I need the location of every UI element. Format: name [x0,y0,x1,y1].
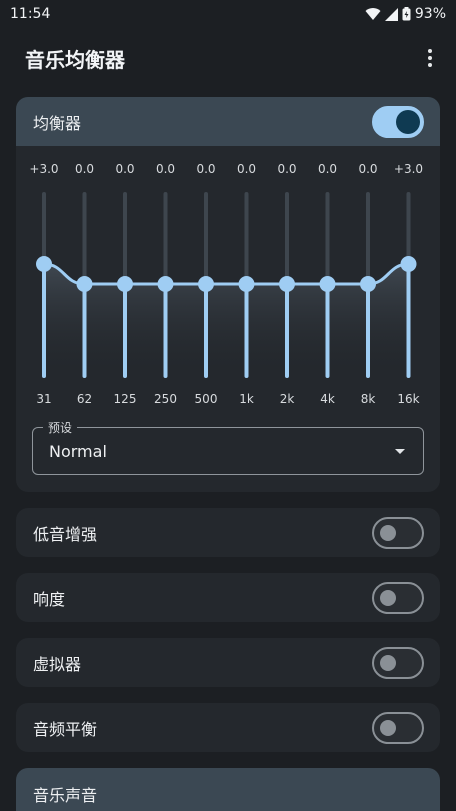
app-bar: 音乐均衡器 [0,28,456,88]
band-frequency-label: 62 [76,392,93,406]
band-gain-label: 0.0 [358,162,378,176]
preset-value: Normal [49,442,107,461]
equalizer-label: 均衡器 [33,113,82,133]
preset-label: 预设 [43,419,78,436]
equalizer-toggle[interactable] [372,105,424,138]
audio-balance-label: 音频平衡 [33,719,98,739]
app-title: 音乐均衡器 [25,47,125,72]
band-knob-31[interactable] [36,256,52,272]
band-gain-label: 0.0 [236,162,257,176]
band-knob-62[interactable] [76,276,93,292]
status-icons: 93% [365,6,446,22]
loudness-toggle[interactable] [372,581,424,614]
bass-boost-row[interactable]: 低音增强 [16,508,440,557]
more-options-icon[interactable] [418,46,442,70]
band-gain-label: 0.0 [155,162,176,176]
band-frequency-label: 16k [397,392,420,406]
status-bar: 11:54 93% [0,0,456,28]
band-gain-label: +3.0 [393,162,424,176]
loudness-label: 响度 [33,589,66,609]
virtualizer-row[interactable]: 虚拟器 [16,638,440,687]
equalizer-header: 均衡器 [16,97,440,146]
music-sound-label: 音乐声音 [33,786,98,805]
virtualizer-label: 虚拟器 [33,654,82,674]
band-knob-125[interactable] [117,276,133,292]
dropdown-arrow-icon [395,449,405,454]
eq-curve [43,262,409,286]
band-frequency-label: 4k [320,392,335,406]
band-knob-250[interactable] [157,276,174,292]
band-gain-label: 0.0 [317,162,338,176]
bass-boost-toggle[interactable] [372,516,424,549]
band-knob-1k[interactable] [238,276,255,292]
band-knob-16k[interactable] [400,256,417,272]
band-knob-8k[interactable] [360,276,376,292]
battery-percentage: 93% [414,6,446,22]
equalizer-card: 均衡器 +3.0 31 0.0 62 0.0 125 0.0 250 0.0 500 0.0 1k 0.… [16,97,440,492]
band-frequency-label: 125 [113,392,137,406]
band-gain-label: 0.0 [196,162,216,176]
band-frequency-label: 31 [36,392,52,406]
equalizer-bands: +3.0 31 0.0 62 0.0 125 0.0 250 0.0 500 0.0 1k 0.0 2k 0… [16,146,440,416]
band-gain-label: +3.0 [29,162,59,176]
music-sound-card[interactable]: 音乐声音 [16,768,440,811]
eq-curve-fill [44,264,409,376]
audio-balance-row[interactable]: 音频平衡 [16,703,440,752]
band-frequency-label: 500 [194,392,218,406]
wifi-icon [365,8,381,20]
preset-dropdown[interactable]: 预设 Normal [32,419,424,475]
band-frequency-label: 8k [360,392,376,406]
band-frequency-label: 1k [239,392,254,406]
band-knob-4k[interactable] [319,276,336,292]
bass-boost-label: 低音增强 [33,524,98,544]
band-gain-label: 0.0 [115,162,135,176]
virtualizer-toggle[interactable] [372,646,424,679]
band-gain-label: 0.0 [74,162,95,176]
band-frequency-label: 250 [154,392,177,406]
status-time: 11:54 [10,6,51,22]
cellular-signal-icon [384,7,398,21]
band-knob-2k[interactable] [279,276,295,292]
band-frequency-label: 2k [279,392,295,406]
band-gain-label: 0.0 [277,162,297,176]
band-knob-500[interactable] [198,276,214,292]
audio-balance-toggle[interactable] [372,711,424,744]
battery-icon [402,7,411,21]
loudness-row[interactable]: 响度 [16,573,440,622]
equalizer-graph [36,192,417,378]
